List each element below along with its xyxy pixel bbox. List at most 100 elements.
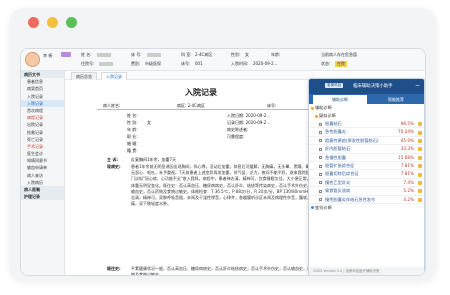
sidebar-item-5[interactable]: 首次病程 xyxy=(21,107,64,114)
sidebar-item-14[interactable]: 病人来访 xyxy=(21,172,64,179)
section-assisted-diagnosis[interactable]: 辅助诊断 xyxy=(309,104,424,112)
info-icon[interactable] xyxy=(418,189,422,194)
patient-room-value: 001 xyxy=(195,61,203,66)
user-avatar[interactable] xyxy=(25,52,40,67)
complaint-label: 主 诉: xyxy=(107,157,118,162)
patient-status-label: 状态: xyxy=(321,61,331,66)
sidebar-item-6[interactable]: 病程记录 xyxy=(21,114,64,121)
checkbox[interactable] xyxy=(319,131,322,135)
checkbox[interactable] xyxy=(319,139,322,143)
patient-admit-label: 入院时间: xyxy=(231,61,249,66)
diagnosis-row[interactable]: 慢性乙型肝炎 7.4% xyxy=(309,179,424,188)
sidebar-item-0[interactable]: 病历文书 xyxy=(21,71,64,79)
sidebar-item-15[interactable]: 入院病历 xyxy=(21,179,64,186)
checkbox[interactable] xyxy=(319,181,322,185)
sidebar-item-1[interactable]: 患者信息 xyxy=(21,78,64,85)
admission-document: 入院记录 病人姓名: 病区: 2-4C病区 床号: 姓 名: 性 别: 女 年 … xyxy=(77,83,325,276)
close-icon[interactable]: − xyxy=(415,82,420,89)
diagnosis-probability: 70.24% xyxy=(398,129,414,135)
sidebar-item-12[interactable]: 知情同意书 xyxy=(21,157,64,164)
checkbox[interactable] xyxy=(319,189,322,193)
close-window-button[interactable] xyxy=(28,17,39,28)
diagnosis-row[interactable]: 阻塞性黄疸(原发性胆管结石) 45.9% xyxy=(309,137,424,146)
checkbox[interactable] xyxy=(319,147,322,151)
doc-field-reliability: 可靠程度: xyxy=(227,134,245,139)
diagnosis-name: 胆囊切除后综合征 xyxy=(325,171,359,177)
checkbox[interactable] xyxy=(319,122,322,126)
doc-field-name: 姓 名: xyxy=(127,113,138,118)
diagnosis-probability: 5.2% xyxy=(403,188,414,194)
section-differential[interactable]: 鉴别诊断 xyxy=(309,204,424,212)
sidebar-item-8[interactable]: 抢救记录 xyxy=(21,129,64,136)
tab-smart-recommend[interactable]: 智能推荐 xyxy=(369,95,423,104)
checkbox[interactable] xyxy=(319,156,322,160)
doc-field-admit-date: 入院日期: 2020-09-2... xyxy=(227,113,271,118)
info-icon[interactable] xyxy=(418,180,422,185)
patient-gender-label: 性别: xyxy=(231,52,241,57)
sidebar-item-2[interactable]: 病案首页 xyxy=(21,85,64,92)
diagnosis-row[interactable]: 胆囊结石 96.5% xyxy=(309,120,424,129)
past-history-text: 平素健康状况一般，否认高血压、糖尿病病史，否认肝炎结核病史，否认手术外伤史，否认… xyxy=(131,266,319,276)
doc-header-rule xyxy=(97,109,319,110)
minimize-window-button[interactable] xyxy=(47,17,58,28)
info-icon[interactable] xyxy=(418,122,422,127)
info-icon[interactable] xyxy=(418,130,422,135)
cdss-logo: 惠美科技 xyxy=(325,83,344,88)
tab-assisted-diagnosis[interactable]: 辅助诊断 xyxy=(313,95,367,104)
info-icon[interactable] xyxy=(418,155,422,160)
sidebar-item-13[interactable]: 输血申请单 xyxy=(21,164,64,171)
doc-field-narrator: 病史陈述者: xyxy=(227,127,249,132)
emr-screen: 李 杨 姓 名: 床 号: 科 室: 2-4C病区 性别: 女 年龄: 当前病人… xyxy=(20,48,426,276)
subsection-suspected[interactable]: 疑似诊断 xyxy=(309,112,424,120)
checkbox[interactable] xyxy=(319,173,322,177)
tab-admission-record[interactable]: 入院记录 xyxy=(101,72,127,80)
patient-admit-value: 2020-09-2... xyxy=(253,61,278,66)
patient-dept-label: 科 室: xyxy=(181,52,192,57)
hpi-label: 现病史: xyxy=(107,164,121,169)
cdss-panel: 惠美科技 临床辅助决策小助手 − 辅助诊断 智能推荐 辅助诊断 疑似诊断 胆囊结… xyxy=(308,78,425,275)
sidebar-item-17[interactable]: 护理记录 xyxy=(21,193,64,201)
patient-id-value xyxy=(97,61,113,66)
diagnosis-name: 慢性胆囊炎伴结石急性发作 xyxy=(325,196,376,202)
tab-overview[interactable]: 病历总览 xyxy=(71,72,97,80)
section-label: 辅助诊断 xyxy=(315,105,332,110)
checkbox[interactable] xyxy=(319,198,322,202)
sidebar-item-10[interactable]: 手术记录 xyxy=(21,143,64,150)
maximize-window-button[interactable] xyxy=(66,17,77,28)
critical-value-alert[interactable]: 当前病人存在危急值 xyxy=(321,52,357,58)
diagnosis-probability: 4.2% xyxy=(403,196,414,202)
patient-dept-value: 2-4C病区 xyxy=(195,52,213,57)
doc-field-age: 年 龄: xyxy=(127,127,138,132)
patient-header: 李 杨 姓 名: 床 号: 科 室: 2-4C病区 性别: 女 年龄: 当前病人… xyxy=(21,49,425,71)
diagnosis-row[interactable]: 慢性胆囊炎伴结石急性发作 4.2% xyxy=(309,196,424,204)
section-label: 鉴别诊断 xyxy=(315,204,332,210)
sidebar-item-11[interactable]: 医生会诊 xyxy=(21,150,64,157)
info-icon[interactable] xyxy=(418,164,422,169)
sidebar-item-9[interactable]: 死亡记录 xyxy=(21,136,64,143)
patient-room-label: 床号: xyxy=(181,61,191,66)
diagnosis-row[interactable]: 肝内胆管结石 33.3% xyxy=(309,145,424,154)
doc-field-sex: 性 别: xyxy=(127,120,138,125)
diagnosis-row[interactable]: 胆管扩张综合征 7.81% xyxy=(309,162,424,171)
info-icon[interactable] xyxy=(418,197,422,202)
diagnosis-row[interactable]: 急性胆囊炎 70.24% xyxy=(309,128,424,137)
info-icon[interactable] xyxy=(418,147,422,152)
patient-age-label: 年龄: xyxy=(271,52,281,57)
patient-name-value xyxy=(95,52,111,57)
subsection-label: 疑似诊断 xyxy=(319,113,336,118)
sidebar-item-16[interactable]: 病人医嘱 xyxy=(21,186,64,194)
checkbox[interactable] xyxy=(319,164,322,168)
complaint-text: 反复胸闷1年余，加重7天 xyxy=(131,157,177,162)
cdss-footer: CDSS Version 5.0 | 惠美科技医疗辅助决策 xyxy=(309,267,424,275)
diagnosis-name: 胆管扩张综合征 xyxy=(325,162,355,168)
diagnosis-name: 胃食管反流病 xyxy=(325,188,351,194)
sidebar-item-7[interactable]: 出院记录 xyxy=(21,121,64,128)
diagnosis-row[interactable]: 胆囊切除后综合征 7.81% xyxy=(309,170,424,179)
diagnosis-row[interactable]: 胃食管反流病 5.2% xyxy=(309,187,424,196)
info-icon[interactable] xyxy=(418,138,422,143)
sidebar-item-4[interactable]: 入院记录 xyxy=(21,99,64,107)
sidebar-item-3[interactable]: 入院记录 xyxy=(21,93,64,100)
diagnosis-row[interactable]: 急慢性胆囊 15.68% xyxy=(309,154,424,162)
user-role-badge xyxy=(61,52,71,57)
info-icon[interactable] xyxy=(418,172,422,177)
